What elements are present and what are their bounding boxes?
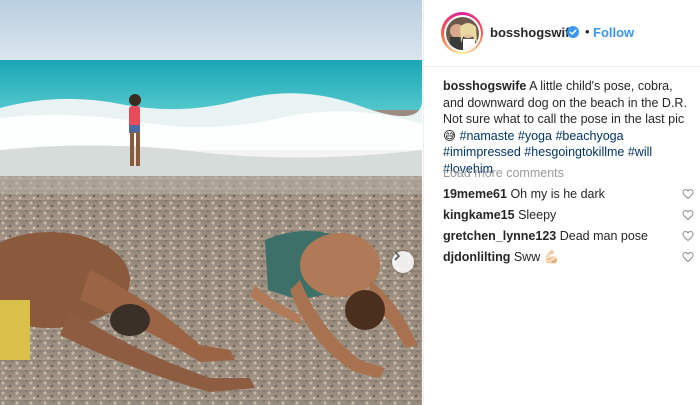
avatar[interactable]: [441, 12, 483, 54]
hashtag[interactable]: #namaste: [460, 129, 515, 143]
comment-row: 19meme61 Oh my is he dark: [443, 185, 698, 203]
comment-username[interactable]: 19meme61: [443, 187, 507, 201]
heart-outline-icon[interactable]: [682, 209, 694, 221]
comment-text: Sleepy: [518, 208, 557, 222]
comment-username[interactable]: djdonlilting: [443, 250, 510, 264]
hashtag[interactable]: #will: [628, 145, 652, 159]
caption-username[interactable]: bosshogswife: [443, 79, 526, 93]
post-side-panel: bosshogswife • Follow bosshogswife A lit…: [423, 0, 700, 405]
hashtag[interactable]: #beachyoga: [555, 129, 623, 143]
load-more-comments-link[interactable]: Load more comments: [443, 166, 564, 180]
heart-outline-icon[interactable]: [682, 230, 694, 242]
profile-picture: [445, 16, 479, 50]
comment-username[interactable]: kingkame15: [443, 208, 515, 222]
next-image-button[interactable]: [392, 251, 414, 273]
hashtag[interactable]: #yoga: [518, 129, 552, 143]
verified-badge-icon: [567, 26, 579, 38]
post-header: bosshogswife • Follow: [424, 0, 700, 67]
follow-button[interactable]: Follow: [593, 25, 634, 40]
heart-outline-icon[interactable]: [682, 251, 694, 263]
comment-text: Dead man pose: [559, 229, 648, 243]
header-username[interactable]: bosshogswife: [490, 25, 577, 40]
comment-text: Sww 💪🏻: [513, 250, 560, 264]
beach-photo-illustration: [0, 0, 422, 405]
separator-dot: •: [585, 24, 590, 39]
comment-row: djdonlilting Sww 💪🏻: [443, 248, 698, 266]
hashtag[interactable]: #imimpressed: [443, 145, 521, 159]
comment-row: gretchen_lynne123 Dead man pose: [443, 227, 698, 245]
heart-outline-icon[interactable]: [682, 188, 694, 200]
comment-username[interactable]: gretchen_lynne123: [443, 229, 556, 243]
post-photo[interactable]: [0, 0, 422, 405]
post-caption: bosshogswife A little child's pose, cobr…: [443, 78, 691, 177]
comment-row: kingkame15 Sleepy: [443, 206, 698, 224]
comment-text: Oh my is he dark: [510, 187, 605, 201]
chevron-right-icon: [394, 251, 400, 261]
hashtag[interactable]: #hesgoingtokillme: [524, 145, 624, 159]
